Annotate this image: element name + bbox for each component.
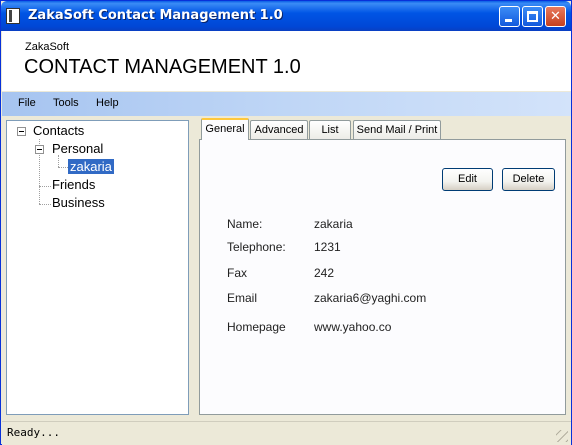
email-value: zakaria6@yaghi.com xyxy=(314,291,427,305)
tab-list[interactable]: List xyxy=(309,120,351,140)
maximize-icon xyxy=(527,11,538,22)
tree-node-friends[interactable]: Friends xyxy=(52,177,95,192)
general-tab-page: Edit Delete Name: zakaria Telephone: 123… xyxy=(199,139,566,415)
email-label: Email xyxy=(227,291,258,305)
tree-node-contacts[interactable]: Contacts xyxy=(33,123,84,138)
menu-tools[interactable]: Tools xyxy=(53,97,79,109)
fax-label: Fax xyxy=(227,266,248,280)
close-button[interactable]: ✕ xyxy=(545,6,566,27)
tree-node-personal[interactable]: Personal xyxy=(52,141,103,156)
resize-grip-icon[interactable] xyxy=(556,430,568,442)
window-title: ZakaSoft Contact Management 1.0 xyxy=(28,8,283,23)
maximize-button[interactable] xyxy=(522,6,543,27)
tab-advanced[interactable]: Advanced xyxy=(250,120,308,140)
product-title: CONTACT MANAGEMENT 1.0 xyxy=(24,56,301,78)
app-window: ZakaSoft Contact Management 1.0 ✕ ZakaSo… xyxy=(0,0,572,445)
menu-help[interactable]: Help xyxy=(96,97,119,109)
telephone-value: 1231 xyxy=(314,240,341,254)
collapse-personal-icon[interactable] xyxy=(35,145,44,154)
fax-value: 242 xyxy=(314,266,335,280)
contacts-tree[interactable]: Contacts Personal zakaria Friends Busine… xyxy=(6,120,189,415)
homepage-label: Homepage xyxy=(227,320,286,334)
homepage-value: www.yahoo.co xyxy=(314,320,392,334)
minimize-button[interactable] xyxy=(499,6,520,27)
edit-button[interactable]: Edit xyxy=(442,168,493,191)
name-label: Name: xyxy=(227,217,263,231)
tree-node-business[interactable]: Business xyxy=(52,195,105,210)
app-header: ZakaSoft CONTACT MANAGEMENT 1.0 xyxy=(2,31,571,91)
delete-button[interactable]: Delete xyxy=(502,168,555,191)
minimize-icon xyxy=(505,19,512,22)
status-bar: Ready... xyxy=(2,421,571,445)
status-text: Ready... xyxy=(7,426,60,439)
collapse-contacts-icon[interactable] xyxy=(17,127,26,136)
title-bar[interactable]: ZakaSoft Contact Management 1.0 ✕ xyxy=(1,1,571,31)
brand-name: ZakaSoft xyxy=(25,41,70,53)
tab-send-mail-print[interactable]: Send Mail / Print xyxy=(353,120,441,140)
tree-connector xyxy=(39,204,51,205)
tree-node-zakaria[interactable]: zakaria xyxy=(68,159,114,174)
tab-general[interactable]: General xyxy=(201,118,249,140)
tree-connector xyxy=(58,167,68,168)
telephone-label: Telephone: xyxy=(227,240,286,254)
app-icon xyxy=(6,8,20,24)
close-icon: ✕ xyxy=(550,9,561,24)
tree-connector xyxy=(39,186,51,187)
tree-connector xyxy=(58,155,59,167)
menu-bar: File Tools Help xyxy=(2,92,571,116)
tab-control: General Advanced List Send Mail / Print … xyxy=(199,118,566,415)
menu-file[interactable]: File xyxy=(18,97,36,109)
name-value: zakaria xyxy=(314,217,353,231)
